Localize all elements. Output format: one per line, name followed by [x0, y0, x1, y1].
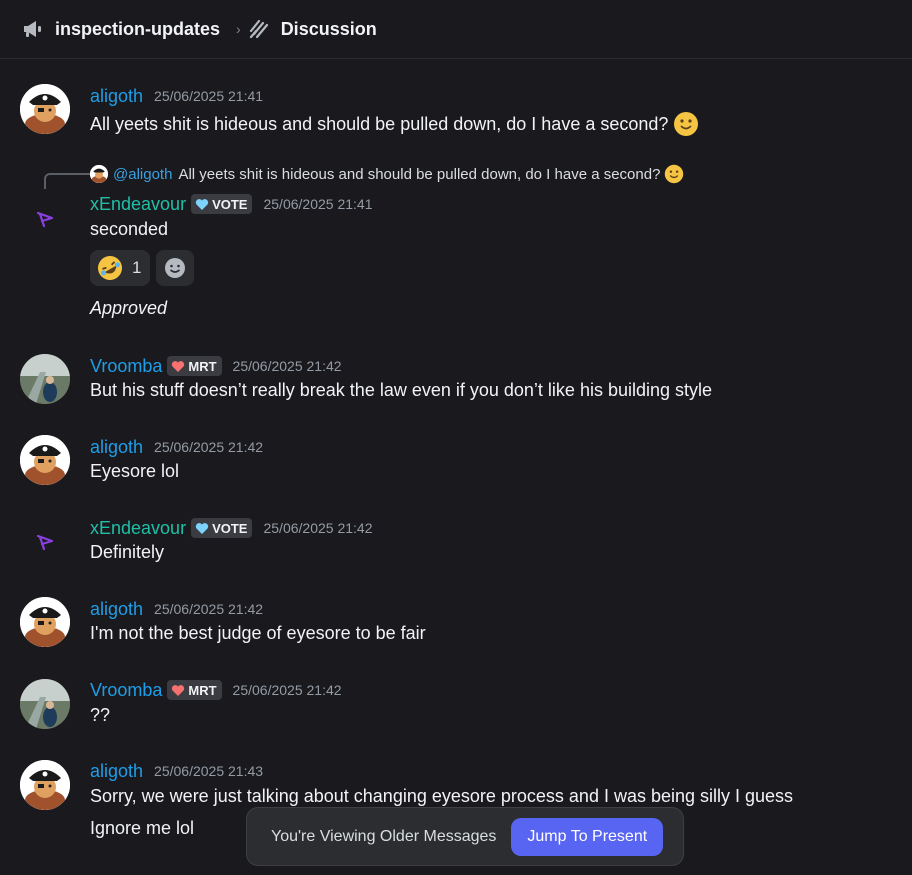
avatar[interactable] — [20, 84, 70, 134]
add-reaction-button[interactable] — [156, 250, 195, 286]
avatar[interactable] — [20, 193, 70, 243]
badge-label: MRT — [188, 682, 217, 698]
message-header: Vroomba MRT 25/06/2025 21:42 — [90, 678, 342, 702]
reply-text: All yeets shit is hideous and should be … — [178, 165, 661, 183]
message-header: xEndeavour VOTE 25/06/2025 21:41 — [90, 192, 372, 216]
message-header: xEndeavour VOTE 25/06/2025 21:42 — [90, 516, 372, 540]
message-header: aligoth 25/06/2025 21:42 — [90, 597, 263, 621]
heart-icon — [195, 198, 209, 211]
slightly-smiling-face-icon — [673, 111, 699, 137]
thread-name[interactable]: Discussion — [281, 19, 377, 40]
channel-header: inspection-updates › Discussion — [0, 0, 912, 59]
timestamp: 25/06/2025 21:42 — [263, 520, 373, 536]
message-text: But his stuff doesn’t really break the l… — [90, 380, 713, 400]
message-header: aligoth 25/06/2025 21:43 — [90, 759, 263, 783]
username[interactable]: Vroomba — [90, 680, 162, 701]
message-header: aligoth 25/06/2025 21:42 — [90, 435, 263, 459]
badge-label: VOTE — [212, 196, 248, 212]
timestamp: 25/06/2025 21:42 — [232, 358, 342, 374]
reply-mention[interactable]: @aligoth — [113, 166, 172, 183]
thread-icon — [247, 17, 271, 41]
message-text: Sorry, we were just talking about changi… — [90, 786, 794, 806]
message-text: All yeets shit is hideous and should be … — [90, 111, 699, 137]
username[interactable]: aligoth — [90, 599, 143, 620]
message-text: I'm not the best judge of eyesore to be … — [90, 623, 426, 643]
badge-label: MRT — [188, 358, 217, 374]
slightly-smiling-face-icon — [664, 164, 684, 184]
jump-to-present-button[interactable]: Jump To Present — [511, 817, 664, 856]
heart-icon — [195, 522, 209, 535]
message-text: seconded — [90, 219, 169, 239]
rolling-on-floor-laughing-icon — [97, 255, 123, 281]
avatar[interactable] — [20, 597, 70, 647]
avatar[interactable] — [20, 435, 70, 485]
username[interactable]: aligoth — [90, 437, 143, 458]
role-badge[interactable]: VOTE — [191, 518, 253, 538]
avatar[interactable] — [20, 679, 70, 729]
message-text: ?? — [90, 705, 111, 725]
timestamp: 25/06/2025 21:42 — [154, 439, 264, 455]
role-badge[interactable]: VOTE — [191, 194, 253, 214]
heart-icon — [171, 684, 185, 697]
heart-icon — [171, 360, 185, 373]
username[interactable]: aligoth — [90, 761, 143, 782]
channel-name[interactable]: inspection-updates — [55, 19, 220, 40]
reply-connector — [44, 173, 90, 189]
reaction-count: 1 — [132, 258, 142, 277]
timestamp: 25/06/2025 21:42 — [232, 682, 342, 698]
avatar[interactable] — [20, 760, 70, 810]
role-badge[interactable]: MRT — [167, 680, 222, 700]
chevron-right-icon: › — [236, 21, 241, 37]
timestamp: 25/06/2025 21:42 — [154, 601, 264, 617]
username[interactable]: xEndeavour — [90, 194, 186, 215]
message-text: Ignore me lol — [90, 818, 195, 838]
megaphone-icon — [20, 17, 44, 41]
timestamp: 25/06/2025 21:41 — [263, 196, 373, 212]
timestamp: 25/06/2025 21:43 — [154, 763, 264, 779]
message-body: All yeets shit is hideous and should be … — [90, 113, 669, 134]
message-text: Definitely — [90, 542, 165, 562]
avatar[interactable] — [20, 354, 70, 404]
message-text: Eyesore lol — [90, 461, 180, 481]
avatar[interactable] — [20, 516, 70, 566]
message-text: Approved — [90, 298, 168, 318]
older-messages-label: You're Viewing Older Messages — [271, 827, 497, 845]
timestamp: 25/06/2025 21:41 — [154, 88, 264, 104]
avatar — [90, 165, 108, 183]
role-badge[interactable]: MRT — [167, 356, 222, 376]
reactions-bar: 1 — [90, 250, 195, 286]
message-header: aligoth 25/06/2025 21:41 — [90, 84, 263, 108]
older-messages-bar: You're Viewing Older Messages Jump To Pr… — [246, 807, 684, 866]
reaction-button[interactable]: 1 — [90, 250, 151, 286]
username[interactable]: xEndeavour — [90, 518, 186, 539]
badge-label: VOTE — [212, 520, 248, 536]
username[interactable]: aligoth — [90, 86, 143, 107]
reply-preview[interactable]: @aligoth All yeets shit is hideous and s… — [90, 162, 684, 186]
message-header: Vroomba MRT 25/06/2025 21:42 — [90, 354, 342, 378]
add-reaction-icon — [163, 256, 187, 280]
username[interactable]: Vroomba — [90, 356, 162, 377]
